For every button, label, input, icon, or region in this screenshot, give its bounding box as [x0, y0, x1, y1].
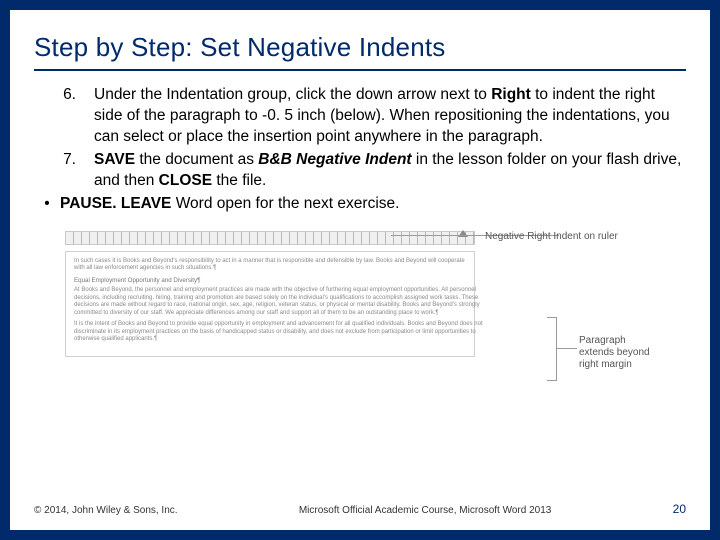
pause-bullet: • PAUSE. LEAVE Word open for the next ex…	[34, 194, 686, 215]
step-7: 7. SAVE the document as B&B Negative Ind…	[34, 150, 686, 192]
slide-title: Step by Step: Set Negative Indents	[34, 32, 686, 71]
callout-bottom-right: Paragraph extends beyond right margin	[579, 335, 655, 371]
step-number: 7.	[34, 150, 94, 192]
step-6: 6. Under the Indentation group, click th…	[34, 85, 686, 148]
bullet-symbol: •	[34, 194, 60, 215]
footer-course: Microsoft Official Academic Course, Micr…	[178, 505, 673, 516]
step-text: Under the Indentation group, click the d…	[94, 85, 686, 148]
footer-copyright: © 2014, John Wiley & Sons, Inc.	[34, 505, 178, 516]
step-number: 6.	[34, 85, 94, 148]
doc-paragraph: At Books and Beyond, the personnel and e…	[74, 287, 497, 317]
figure: Negative Right Indent on ruler In such c…	[65, 231, 655, 393]
step-text: SAVE the document as B&B Negative Indent…	[94, 150, 686, 192]
bullet-text: PAUSE. LEAVE Word open for the next exer…	[60, 194, 686, 215]
callout-bracket	[547, 317, 557, 381]
doc-paragraph: It is the intent of Books and Beyond to …	[74, 321, 497, 344]
callout-leader-line	[557, 348, 577, 349]
slide: Step by Step: Set Negative Indents 6. Un…	[0, 0, 720, 540]
doc-paragraph: In such cases it is Books and Beyond's r…	[74, 258, 466, 273]
footer-page-num: 20	[673, 502, 686, 516]
callout-top-right: Negative Right Indent on ruler	[485, 231, 655, 243]
ruler-graphic	[65, 231, 475, 245]
slide-footer: © 2014, John Wiley & Sons, Inc. Microsof…	[34, 502, 686, 516]
document-preview: In such cases it is Books and Beyond's r…	[65, 251, 475, 357]
slide-body: 6. Under the Indentation group, click th…	[34, 85, 686, 393]
doc-heading: Equal Employment Opportunity and Diversi…	[74, 277, 466, 285]
